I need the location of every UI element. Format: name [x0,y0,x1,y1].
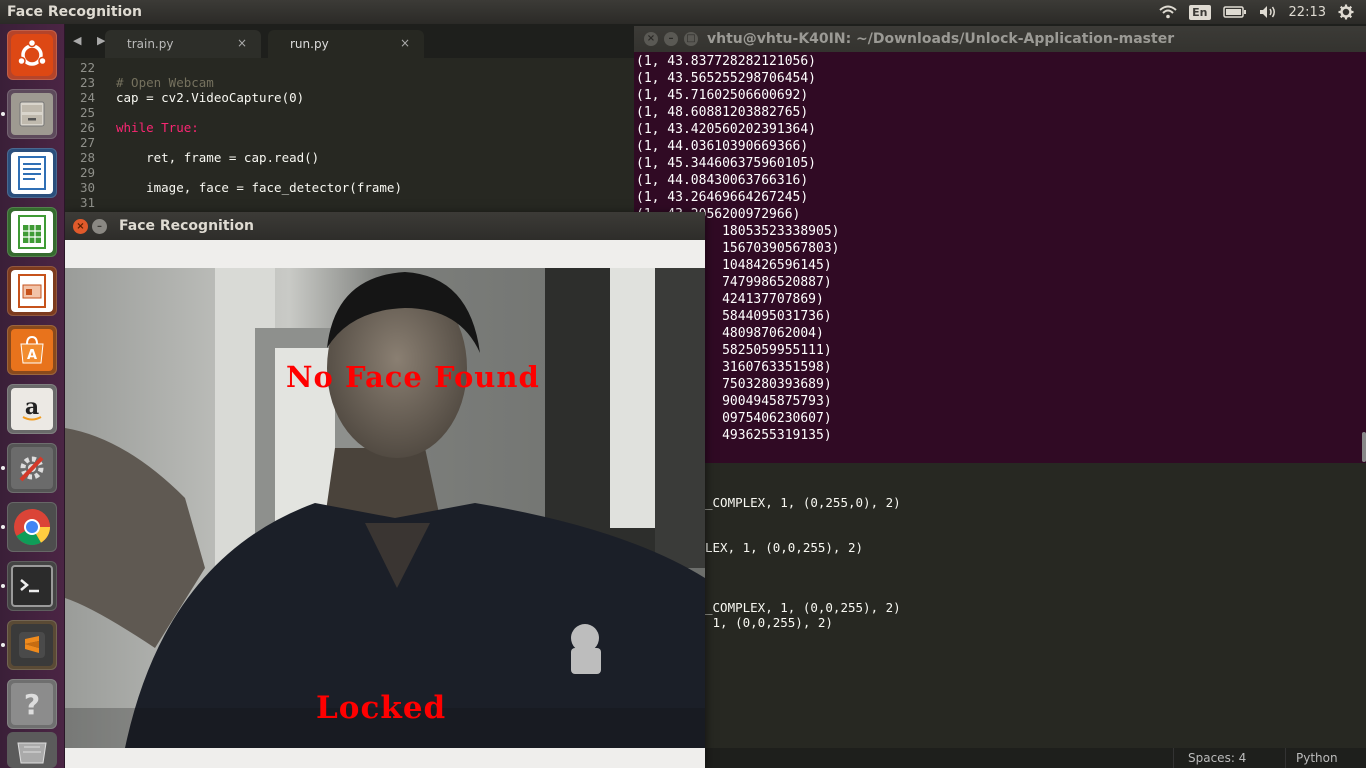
launcher-software-center-button[interactable]: A [7,325,57,375]
tab-label: train.py [127,37,174,51]
wifi-icon[interactable] [1159,5,1177,19]
trash-icon [11,735,53,765]
running-indicator [1,643,5,647]
sublime-icon [11,624,53,666]
indentation-setting[interactable]: Spaces: 4 [1173,748,1285,768]
question-icon: ? [11,683,53,725]
desktop: Face Recognition En 22:13 A a ? ◀ ▶ trai… [0,0,1366,768]
launcher-trash-button[interactable] [7,732,57,768]
launcher-help-button[interactable]: ? [7,679,57,729]
terminal-titlebar: × – □ vhtu@vhtu-K40IN: ~/Downloads/Unloc… [634,26,1366,52]
terminal-line: (1, 43.837728282121056) [636,54,817,69]
terminal-line: (1, 43.26469664267245) [636,190,809,205]
terminal-line: (1, 45.71602506600692) [636,88,809,103]
svg-text:a: a [25,394,39,420]
volume-icon[interactable] [1259,5,1277,19]
running-indicator [1,112,5,116]
close-icon[interactable]: × [73,219,88,234]
launcher-impress-button[interactable] [7,266,57,316]
launcher-calc-button[interactable] [7,207,57,257]
gear-wrench-icon [11,447,53,489]
running-indicator [1,525,5,529]
terminal-line: (1, 48.60881203882765) [636,105,809,120]
terminal-line: (1, 44.08430063766316) [636,173,809,188]
keyboard-layout-indicator[interactable]: En [1189,4,1211,20]
face-recognition-window: × – Face Recognition No Face Found Locke… [65,212,705,768]
close-icon[interactable]: × [400,36,410,50]
terminal-window[interactable]: × – □ vhtu@vhtu-K40IN: ~/Downloads/Unloc… [634,26,1366,463]
launcher-sublime-button[interactable] [7,620,57,670]
terminal-icon [11,565,53,607]
code-fragment: LEX, 1, (0,0,255), 2) [705,540,864,555]
terminal-line: (1, 44.03610390669366) [636,139,809,154]
face-window-title: Face Recognition [119,218,254,234]
launcher-writer-button[interactable] [7,148,57,198]
presentation-icon [11,270,53,312]
indicator-area: En 22:13 [1159,0,1366,24]
status-overlay-locked: Locked [316,690,447,726]
session-gear-icon[interactable] [1338,4,1354,20]
terminal-scrollbar[interactable] [1362,432,1366,462]
launcher-dash-button[interactable] [7,30,57,80]
running-indicator [1,466,5,470]
tab-train-py[interactable]: train.py × [105,30,261,58]
top-panel: Face Recognition En 22:13 [0,0,1366,24]
clock[interactable]: 22:13 [1289,5,1326,20]
document-icon [11,152,53,194]
minimize-icon[interactable]: – [92,219,107,234]
file-cabinet-icon [11,93,53,135]
running-indicator [1,584,5,588]
battery-icon[interactable] [1222,6,1247,18]
tab-label: run.py [290,37,329,51]
status-overlay-no-face: No Face Found [286,360,540,394]
launcher-settings-button[interactable] [7,443,57,493]
tab-run-py[interactable]: run.py × [268,30,424,58]
terminal-line: (1, 45.344606375960105) [636,156,817,171]
minimize-icon[interactable]: – [664,32,678,46]
spreadsheet-icon [11,211,53,253]
face-window-titlebar: × – Face Recognition [65,212,705,240]
terminal-title: vhtu@vhtu-K40IN: ~/Downloads/Unlock-Appl… [707,31,1175,47]
active-app-title: Face Recognition [7,4,142,20]
code-fragment: _COMPLEX, 1, (0,0,255), 2) [705,600,901,615]
syntax-setting[interactable]: Python [1285,748,1366,768]
close-icon[interactable]: × [237,36,247,50]
terminal-line: (1, 43.420560202391364) [636,122,817,137]
launcher-files-button[interactable] [7,89,57,139]
webcam-frame: No Face Found Locked [65,268,705,748]
maximize-icon[interactable]: □ [684,32,698,46]
webcam-image [65,268,705,748]
code-fragment: _COMPLEX, 1, (0,255,0), 2) [705,495,901,510]
terminal-line: (1, 43.565255298706454) [636,71,817,86]
code-fragment: 1, (0,0,255), 2) [705,615,833,630]
close-icon[interactable]: × [644,32,658,46]
launcher: A a ? [0,24,65,768]
amazon-icon: a [11,388,53,430]
shopping-bag-icon: A [11,329,53,371]
launcher-amazon-button[interactable]: a [7,384,57,434]
svg-text:A: A [27,348,37,363]
chrome-icon [11,506,53,548]
launcher-terminal-button[interactable] [7,561,57,611]
launcher-chrome-button[interactable] [7,502,57,552]
ubuntu-logo-icon [11,34,53,76]
